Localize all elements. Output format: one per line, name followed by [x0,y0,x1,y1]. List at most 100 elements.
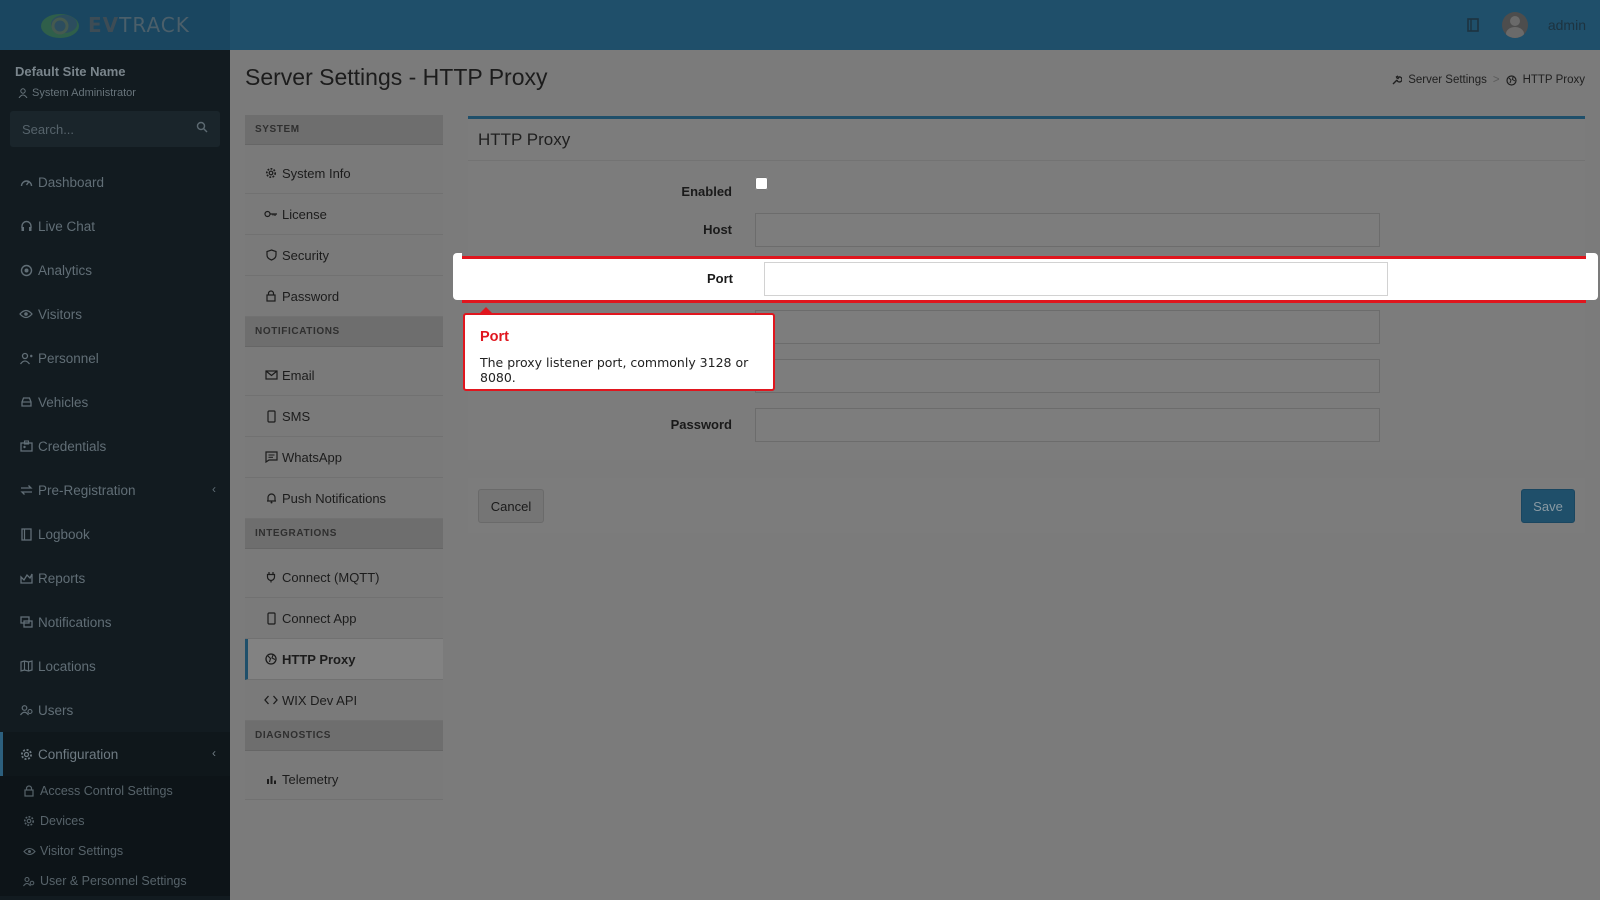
bell-icon [264,491,278,505]
breadcrumb-server-settings[interactable]: Server Settings [1408,74,1487,86]
configuration-subnav: Access Control Settings Devices Visitor … [0,776,230,896]
sidebar-item-dashboard[interactable]: Dashboard [0,160,230,204]
settings-item-push-notifications[interactable]: Push Notifications [245,478,443,519]
sidebar-item-notifications[interactable]: Notifications [0,600,230,644]
globe-icon [1505,74,1517,86]
map-icon [18,658,34,674]
settings-item-email[interactable]: Email [245,355,443,396]
sidebar-item-live-chat[interactable]: Live Chat [0,204,230,248]
settings-item-telemetry[interactable]: Telemetry [245,759,443,800]
settings-section-header: DIAGNOSTICS [245,721,443,751]
settings-item-sms[interactable]: SMS [245,396,443,437]
cog-icon [22,814,36,828]
chevron-left-icon[interactable]: ‹ [212,746,216,760]
sidebar-item-credentials[interactable]: Credentials [0,424,230,468]
sidebar-nav: Dashboard Live Chat Analytics Visitors P… [0,160,230,896]
chevron-left-icon[interactable]: ‹ [212,482,216,496]
sidebar-subitem-visitor-settings[interactable]: Visitor Settings [0,836,230,866]
tooltip-body: The proxy listener port, commonly 3128 o… [480,355,749,385]
book-icon [18,526,34,542]
brand-name: EVTRACK [88,13,190,37]
users-icon [22,874,36,888]
panel-title: HTTP Proxy [478,130,571,149]
form-actions: Cancel Save [468,478,1585,533]
brand[interactable]: EVTRACK [0,0,230,50]
bar-chart-icon [264,772,278,786]
port-input[interactable] [764,262,1388,296]
eye-icon [22,844,36,858]
enabled-checkbox[interactable] [755,177,768,190]
sidebar-item-locations[interactable]: Locations [0,644,230,688]
settings-section-header: SYSTEM [245,115,443,145]
breadcrumb-separator: > [1492,74,1500,86]
breadcrumb-http-proxy: HTTP Proxy [1522,74,1585,86]
sidebar-item-pre-registration[interactable]: Pre-Registration ‹ [0,468,230,512]
sidebar-subitem-devices[interactable]: Devices [0,806,230,836]
sidebar-item-visitors[interactable]: Visitors [0,292,230,336]
shield-icon [264,248,278,262]
settings-item-http-proxy[interactable]: HTTP Proxy [245,639,443,680]
cancel-button[interactable]: Cancel [478,489,544,523]
book-icon[interactable] [1464,16,1482,34]
settings-section-header: NOTIFICATIONS [245,317,443,347]
brand-logo-icon [40,9,84,41]
lock-icon [22,784,36,798]
sidebar-item-configuration[interactable]: Configuration ‹ [0,732,230,776]
host-input[interactable] [755,213,1380,247]
site-name: Default Site Name [15,64,126,79]
sidebar-item-logbook[interactable]: Logbook [0,512,230,556]
main-content: Server Settings - HTTP Proxy Server Sett… [230,50,1600,900]
sidebar-item-reports[interactable]: Reports [0,556,230,600]
settings-item-password[interactable]: Password [245,276,443,317]
save-button[interactable]: Save [1521,489,1575,523]
settings-item-security[interactable]: Security [245,235,443,276]
sidebar-item-analytics[interactable]: Analytics [0,248,230,292]
avatar[interactable] [1501,12,1528,38]
sidebar-item-users[interactable]: Users [0,688,230,732]
sidebar-subitem-access-control-settings[interactable]: Access Control Settings [0,776,230,806]
phone-icon [264,611,278,625]
form-row-enabled: Enabled [468,175,1585,209]
globe-icon [264,652,278,666]
settings-item-connect-app[interactable]: Connect App [245,598,443,639]
headset-icon [18,218,34,234]
sidebar-item-personnel[interactable]: Personnel [0,336,230,380]
settings-item-wix-dev-api[interactable]: WIX Dev API [245,680,443,721]
password-input[interactable] [755,408,1380,442]
settings-item-connect-mqtt[interactable]: Connect (MQTT) [245,557,443,598]
user-name[interactable]: admin [1548,17,1586,33]
message-icon [264,450,278,464]
analytics-icon [18,262,34,278]
phone-icon [264,409,278,423]
search-input[interactable] [22,121,172,137]
settings-item-license[interactable]: License [245,194,443,235]
settings-item-whatsapp[interactable]: WhatsApp [245,437,443,478]
eye-icon [18,306,34,322]
person-icon [18,350,34,366]
sidebar-item-vehicles[interactable]: Vehicles [0,380,230,424]
gear-icon [264,166,278,180]
password-label: Password [670,417,732,432]
form-row-host: Host [468,213,1585,247]
sidebar: Default Site Name System Administrator D… [0,50,230,900]
host-label: Host [703,222,732,237]
chat-icon [18,614,34,630]
port-label: Port [707,271,733,286]
user-icon [18,88,28,98]
sidebar-search [10,111,220,147]
domain-input[interactable] [755,359,1380,393]
dashboard-icon [18,174,34,190]
form-row-password: Password [468,408,1585,442]
search-icon[interactable] [196,120,208,138]
port-help-tooltip: Port The proxy listener port, commonly 3… [463,307,775,391]
users-icon [18,702,34,718]
gear-icon [18,746,34,762]
car-icon [18,394,34,410]
sidebar-subitem-user-personnel-settings[interactable]: User & Personnel Settings [0,866,230,896]
port-field-highlight: Port [453,253,1598,303]
settings-item-system-info[interactable]: System Info [245,153,443,194]
username-input[interactable] [755,310,1380,344]
settings-menu: SYSTEM System Info License Security Pass… [245,115,443,800]
chart-icon [18,570,34,586]
swap-icon [18,482,34,498]
